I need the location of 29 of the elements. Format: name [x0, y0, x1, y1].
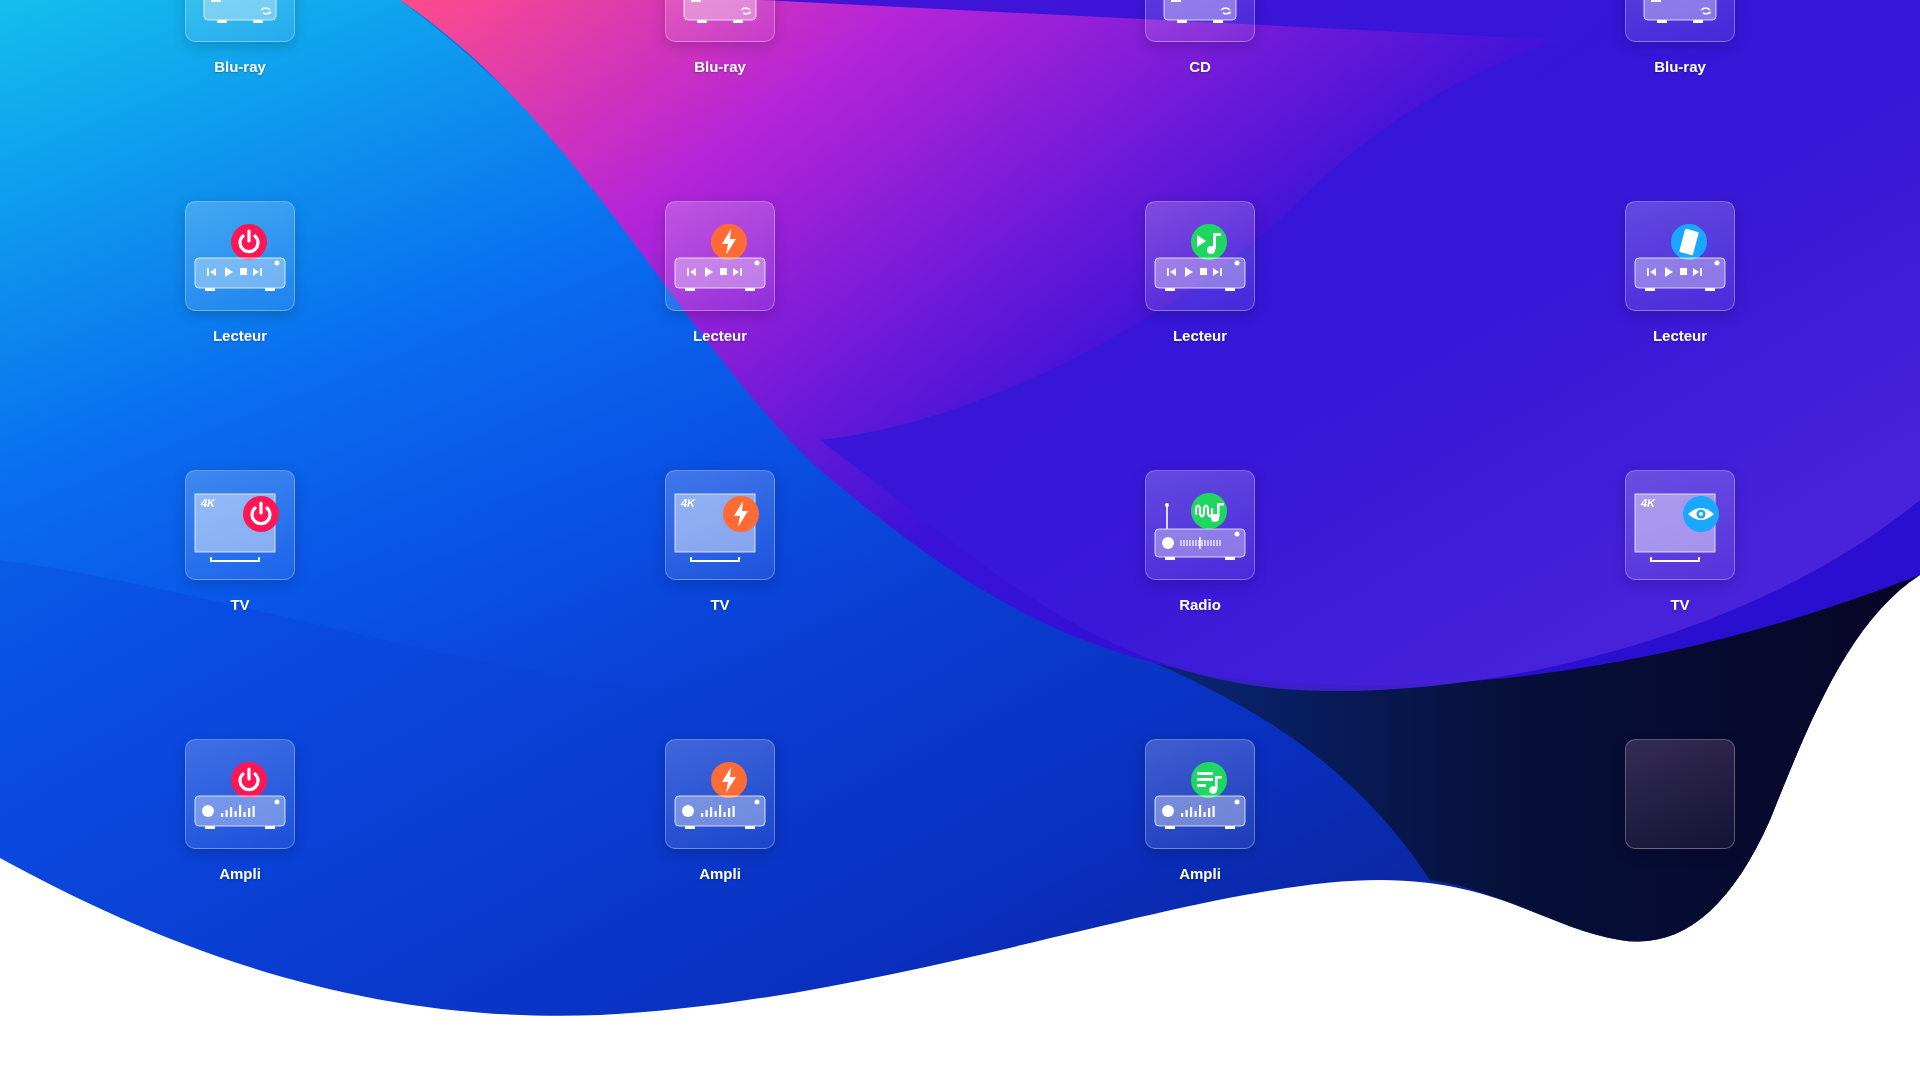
device-label: Ampli — [1179, 865, 1221, 882]
device-label: TV — [710, 596, 730, 613]
resolution-label: 4K — [201, 497, 216, 509]
device-tile[interactable]: 4K — [665, 470, 775, 580]
device-label: CD — [1189, 58, 1211, 75]
device-label: Blu-ray — [1654, 58, 1706, 75]
device-tile[interactable] — [185, 739, 295, 849]
device-tile[interactable] — [1145, 201, 1255, 311]
device-label: Blu-ray — [214, 58, 266, 75]
device-label: Lecteur — [212, 327, 268, 344]
device-label: Blu-ray — [694, 58, 746, 75]
device-label: Lecteur — [1172, 327, 1228, 344]
device-label: Lecteur — [1652, 327, 1708, 344]
device-tile[interactable] — [665, 739, 775, 849]
device-tile[interactable] — [665, 201, 775, 311]
device-tile[interactable]: 4K — [185, 470, 295, 580]
device-tile[interactable] — [1145, 739, 1255, 849]
device-label: Radio — [1179, 596, 1221, 613]
device-tile[interactable] — [185, 201, 295, 311]
device-label: Ampli — [699, 865, 741, 882]
empty-tile[interactable] — [1625, 739, 1735, 849]
device-label: Ampli — [219, 865, 261, 882]
device-label: TV — [230, 596, 250, 613]
device-label: TV — [1670, 596, 1690, 613]
resolution-label: 4K — [681, 497, 696, 509]
device-tile[interactable]: 4K — [1625, 470, 1735, 580]
device-tile[interactable] — [1625, 201, 1735, 311]
resolution-label: 4K — [1641, 497, 1656, 509]
device-tile[interactable] — [1145, 470, 1255, 580]
